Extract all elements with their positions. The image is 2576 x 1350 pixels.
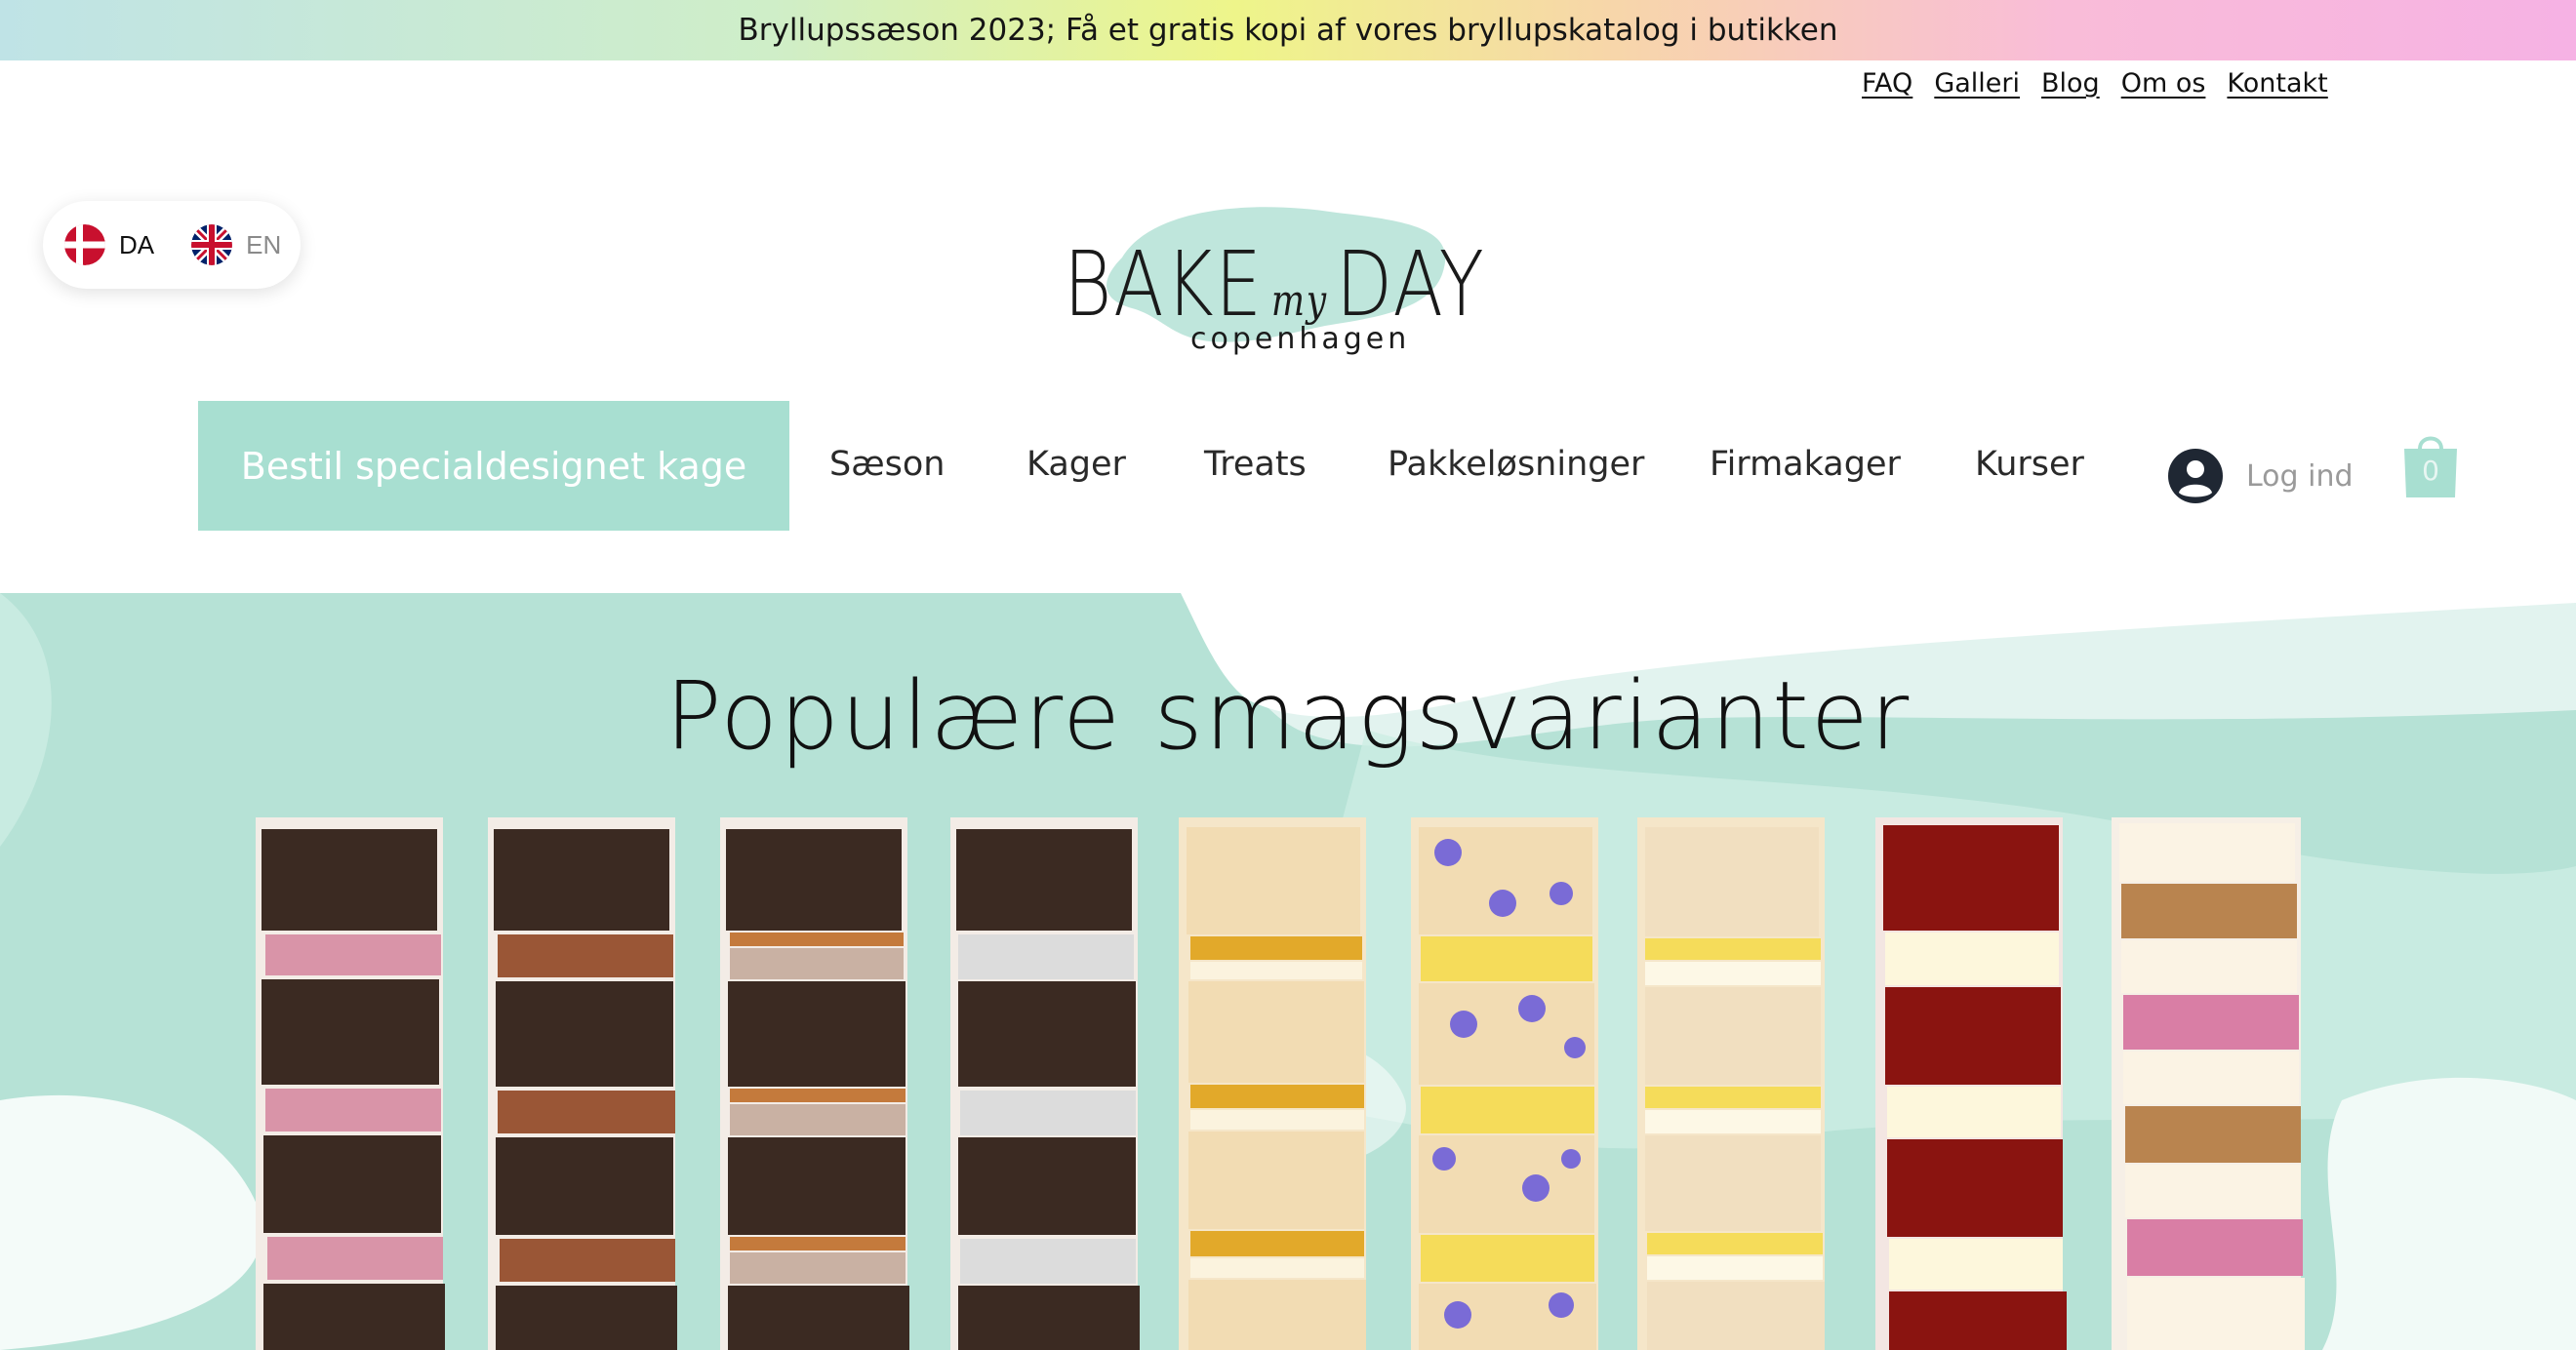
denmark-flag-icon — [64, 224, 105, 265]
order-custom-cake-button[interactable]: Bestil specialdesignet kage — [198, 401, 789, 531]
cart-button[interactable]: 0 — [2402, 427, 2459, 499]
top-link-galleri[interactable]: Galleri — [1934, 68, 2020, 99]
language-label-da: DA — [119, 229, 155, 259]
top-link-faq[interactable]: FAQ — [1862, 68, 1912, 99]
announcement-text: Bryllupssæson 2023; Få et gratis kopi af… — [738, 13, 1838, 48]
flavors-hero: Populære smagsvarianter — [0, 593, 2576, 1350]
uk-flag-icon — [191, 224, 233, 265]
hero-title: Populære smagsvarianter — [664, 661, 1912, 771]
login-button[interactable]: Log ind — [2168, 449, 2354, 503]
cart-count: 0 — [2422, 455, 2439, 487]
cake-slice-red-velvet — [1875, 817, 2067, 1350]
top-link-kontakt[interactable]: Kontakt — [2227, 68, 2327, 99]
nav-item-kurser[interactable]: Kurser — [1975, 445, 2084, 484]
logo-subtitle: copenhagen — [1190, 322, 1411, 356]
cake-slice-vanilla-passion — [1179, 817, 1366, 1350]
logo-word-bake: BAKE — [1064, 232, 1264, 337]
cake-slice-vanilla-raspberry — [2112, 817, 2305, 1350]
user-avatar-icon — [2168, 449, 2223, 503]
top-link-blog[interactable]: Blog — [2041, 68, 2100, 99]
top-link-om-os[interactable]: Om os — [2121, 68, 2206, 99]
language-option-en[interactable]: EN — [191, 224, 281, 265]
logo-wordmark: BAKE my DAY — [1064, 232, 1486, 337]
language-label-en: EN — [246, 229, 282, 259]
login-label: Log ind — [2246, 458, 2354, 494]
cake-slice-chocolate-cookies-cream — [950, 817, 1140, 1350]
nav-item-firmakager[interactable]: Firmakager — [1710, 445, 1901, 484]
nav-item-saeson[interactable]: Sæson — [829, 445, 945, 484]
nav-item-treats[interactable]: Treats — [1204, 445, 1307, 484]
logo-word-day: DAY — [1335, 232, 1486, 337]
top-links: FAQ Galleri Blog Om os Kontakt — [1862, 68, 2328, 99]
language-option-da[interactable]: DA — [64, 224, 154, 265]
language-switcher: DA EN — [43, 201, 301, 289]
cake-slice-lemon-poppyseed — [1637, 817, 1825, 1350]
nav-item-kager[interactable]: Kager — [1026, 445, 1126, 484]
site-logo[interactable]: BAKE my DAY copenhagen — [1054, 191, 1522, 367]
cake-slices-illustration — [256, 817, 2305, 1350]
cake-slice-chocolate-caramel — [720, 817, 909, 1350]
logo-word-my: my — [1270, 276, 1328, 326]
nav-item-pakkeloesninger[interactable]: Pakkeløsninger — [1388, 445, 1644, 484]
cake-slice-chocolate-crunch — [488, 817, 677, 1350]
announcement-bar: Bryllupssæson 2023; Få et gratis kopi af… — [0, 0, 2576, 60]
cake-slice-blueberry-lemon — [1411, 817, 1598, 1350]
cake-slice-chocolate-raspberry — [256, 817, 445, 1350]
